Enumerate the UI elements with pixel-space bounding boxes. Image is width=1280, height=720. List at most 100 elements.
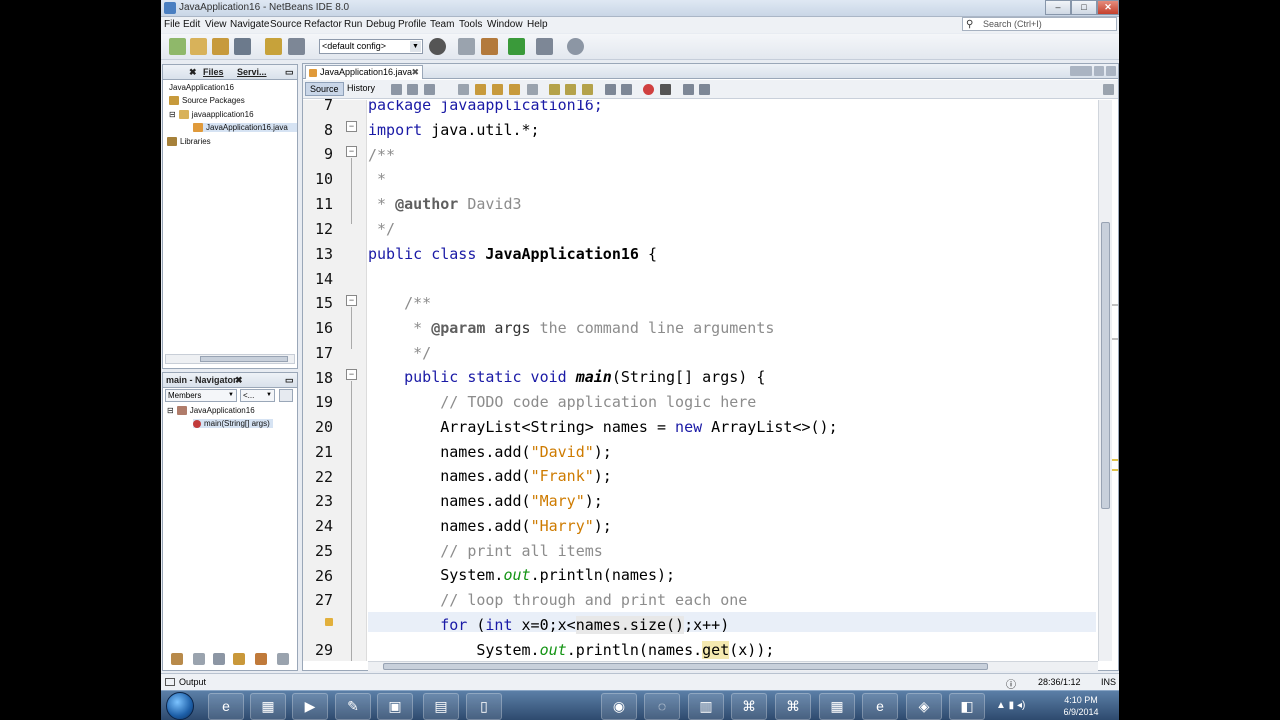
close-icon[interactable]: ✖ — [411, 66, 419, 79]
save-all-icon[interactable] — [234, 38, 251, 55]
app-icon[interactable]: ◧ — [949, 693, 985, 720]
media-player-icon[interactable]: ▶ — [292, 693, 328, 720]
previous-bookmark-icon[interactable] — [549, 84, 560, 95]
app-icon[interactable]: ▥ — [688, 693, 724, 720]
redo-icon[interactable] — [288, 38, 305, 55]
start-button[interactable] — [166, 692, 194, 720]
navigator-title[interactable]: main - Navigator — [166, 375, 237, 385]
menu-source[interactable]: Source — [270, 19, 302, 30]
minimize-panel-icon[interactable]: ▭ — [285, 375, 294, 386]
uncomment-icon[interactable] — [699, 84, 710, 95]
maximize-button[interactable]: □ — [1071, 0, 1097, 15]
toggle-rect-selection-icon[interactable] — [527, 84, 538, 95]
collapse-icon[interactable]: ⊟ — [167, 406, 174, 415]
internet-explorer-icon[interactable]: e — [862, 693, 898, 720]
network-app-icon[interactable]: ⌘ — [775, 693, 811, 720]
toggle-highlight-icon[interactable] — [509, 84, 520, 95]
filter-static-icon[interactable] — [193, 653, 205, 665]
fold-toggle-icon[interactable]: − — [346, 295, 357, 306]
start-macro-icon[interactable] — [643, 84, 654, 95]
filter-inherited-icon[interactable] — [233, 653, 245, 665]
profile-icon[interactable] — [567, 38, 584, 55]
fold-toggle-icon[interactable]: − — [346, 146, 357, 157]
close-icon[interactable]: ✖ — [189, 67, 197, 78]
app-icon[interactable]: ◌ — [644, 693, 680, 720]
error-stripe-mark[interactable] — [1112, 338, 1118, 340]
menu-view[interactable]: View — [205, 19, 227, 30]
menu-file[interactable]: File — [164, 19, 180, 30]
menu-tools[interactable]: Tools — [459, 19, 482, 30]
hint-bulb-icon[interactable] — [325, 618, 333, 626]
find-next-icon[interactable] — [492, 84, 503, 95]
split-editor-icon[interactable] — [1103, 84, 1114, 95]
find-selection-icon[interactable] — [458, 84, 469, 95]
minimize-panel-icon[interactable]: ▭ — [285, 67, 294, 78]
app-icon[interactable]: ▦ — [819, 693, 855, 720]
minimize-button[interactable]: – — [1045, 0, 1071, 15]
forward-icon[interactable] — [407, 84, 418, 95]
chrome-icon[interactable]: ◉ — [601, 693, 637, 720]
notifications-icon[interactable]: ⓘ — [1006, 676, 1016, 690]
phone-icon[interactable]: ▯ — [466, 693, 502, 720]
shift-left-icon[interactable] — [605, 84, 616, 95]
new-project-icon[interactable] — [190, 38, 207, 55]
toggle-bookmark-icon[interactable] — [582, 84, 593, 95]
tab-javaapplication16-java[interactable]: JavaApplication16.java ✖ — [305, 65, 423, 79]
calculator-icon[interactable]: ▤ — [423, 693, 459, 720]
filter-nonpublic-icon[interactable] — [213, 653, 225, 665]
source-button[interactable]: Source — [305, 82, 344, 96]
tab-files[interactable]: Files — [203, 67, 224, 77]
collapse-icon[interactable]: ⊟ — [169, 110, 176, 119]
menu-debug[interactable]: Debug — [366, 19, 395, 30]
menu-edit[interactable]: Edit — [183, 19, 200, 30]
comment-icon[interactable] — [683, 84, 694, 95]
app-icon[interactable]: ▣ — [377, 693, 413, 720]
maximize-editor-icon[interactable] — [1106, 66, 1116, 76]
system-tray[interactable]: ▲ ▮ ◂) — [996, 700, 1025, 711]
scope-select[interactable]: <... ▼ — [240, 389, 275, 402]
shift-right-icon[interactable] — [621, 84, 632, 95]
menu-navigate[interactable]: Navigate — [230, 19, 269, 30]
file-explorer-icon[interactable]: ▦ — [250, 693, 286, 720]
error-stripe-mark[interactable] — [1112, 304, 1118, 306]
open-project-icon[interactable] — [212, 38, 229, 55]
menu-window[interactable]: Window — [487, 19, 523, 30]
menu-team[interactable]: Team — [430, 19, 454, 30]
editor-vscroll-thumb[interactable] — [1101, 222, 1110, 509]
editor-app-icon[interactable]: ✎ — [335, 693, 371, 720]
settings-icon[interactable] — [277, 653, 289, 665]
find-previous-icon[interactable] — [475, 84, 486, 95]
projects-hscroll-thumb[interactable] — [200, 356, 288, 362]
search-input[interactable]: ⚲ Search (Ctrl+I) — [962, 17, 1117, 31]
globe-icon[interactable] — [429, 38, 446, 55]
debug-icon[interactable] — [536, 38, 553, 55]
clock[interactable]: 4:10 PM 6/9/2014 — [1056, 694, 1106, 718]
tree-item-source-packages[interactable]: Source Packages — [169, 96, 245, 106]
menu-profile[interactable]: Profile — [398, 19, 426, 30]
tree-item-libraries[interactable]: Libraries — [167, 137, 211, 147]
code-area[interactable]: package javaapplication16; import java.u… — [368, 100, 1096, 661]
output-window-button[interactable]: Output — [179, 677, 206, 687]
projects-hscroll[interactable] — [165, 354, 295, 364]
config-select[interactable]: <default config> ▼ — [319, 39, 423, 54]
editor-hscroll-thumb[interactable] — [383, 663, 988, 670]
netbeans-taskbar-icon[interactable]: ◈ — [906, 693, 942, 720]
run-icon[interactable] — [508, 38, 525, 55]
build-icon[interactable] — [458, 38, 475, 55]
nav-tree-class[interactable]: ⊟ JavaApplication16 — [167, 406, 255, 416]
close-icon[interactable]: ✖ — [235, 375, 243, 386]
title-bar[interactable]: JavaApplication16 - NetBeans IDE 8.0 – □… — [161, 0, 1119, 17]
error-stripe-mark[interactable] — [1112, 459, 1118, 461]
members-filter-select[interactable]: Members ▼ — [165, 389, 237, 402]
editor-vscroll[interactable] — [1098, 100, 1112, 661]
menu-run[interactable]: Run — [344, 19, 362, 30]
close-button[interactable]: ✕ — [1097, 0, 1119, 15]
sort-icon[interactable] — [255, 653, 267, 665]
history-button[interactable]: History — [343, 82, 379, 96]
network-app-icon[interactable]: ⌘ — [731, 693, 767, 720]
clean-build-icon[interactable] — [481, 38, 498, 55]
nav-tree-method[interactable]: main(String[] args) — [193, 419, 273, 428]
filter-fields-icon[interactable] — [171, 653, 183, 665]
document-list-icon[interactable] — [1094, 66, 1104, 76]
tree-item-package[interactable]: ⊟ javaapplication16 — [169, 110, 254, 120]
